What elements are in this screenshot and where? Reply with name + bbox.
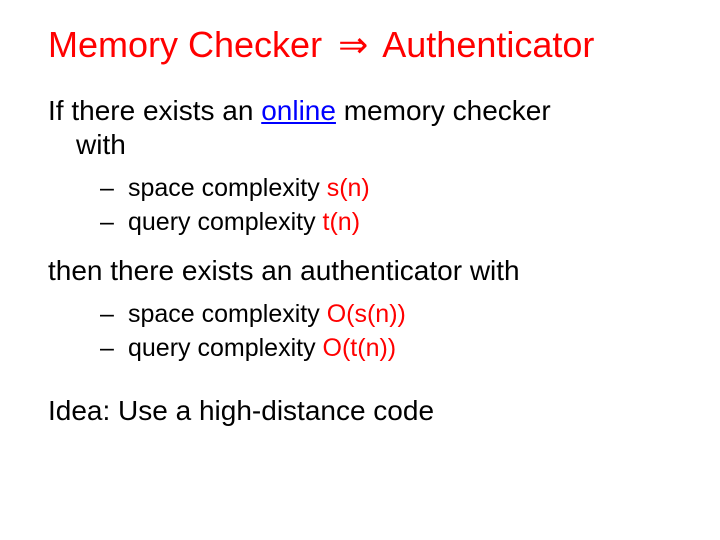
sub1-row2: – query complexity t(n) bbox=[100, 206, 672, 240]
sub2-r1-text: space complexity bbox=[128, 298, 320, 332]
p1-line2: with bbox=[48, 128, 672, 162]
slide: Memory Checker ⇒ Authenticator If there … bbox=[0, 0, 720, 540]
dash-icon: – bbox=[100, 298, 128, 332]
sub2-row2: – query complexity O(t(n)) bbox=[100, 332, 672, 366]
sub1-r1-text: space complexity bbox=[128, 172, 320, 206]
dash-icon: – bbox=[100, 206, 128, 240]
title-left: Memory Checker bbox=[48, 24, 322, 65]
implies-icon: ⇒ bbox=[332, 24, 374, 65]
sub2-r2-value: O(t(n)) bbox=[323, 332, 397, 366]
sub1-r2-value: t(n) bbox=[323, 206, 361, 240]
p1-suffix: memory checker bbox=[336, 95, 551, 126]
sub1-row1: – space complexity s(n) bbox=[100, 172, 672, 206]
paragraph-1: If there exists an online memory checker… bbox=[48, 94, 672, 162]
p1-prefix: If there exists an bbox=[48, 95, 261, 126]
dash-icon: – bbox=[100, 332, 128, 366]
sub2-r2-text: query complexity bbox=[128, 332, 316, 366]
paragraph-2: then there exists an authenticator with bbox=[48, 254, 672, 288]
sublist-2: – space complexity O(s(n)) – query compl… bbox=[48, 298, 672, 366]
sub1-r1-value: s(n) bbox=[327, 172, 370, 206]
slide-title: Memory Checker ⇒ Authenticator bbox=[48, 24, 672, 66]
idea-line: Idea: Use a high-distance code bbox=[48, 395, 672, 427]
dash-icon: – bbox=[100, 172, 128, 206]
p2-text: then there exists an authenticator with bbox=[48, 255, 520, 286]
sub2-r1-value: O(s(n)) bbox=[327, 298, 406, 332]
sublist-1: – space complexity s(n) – query complexi… bbox=[48, 172, 672, 240]
sub1-r2-text: query complexity bbox=[128, 206, 316, 240]
title-right: Authenticator bbox=[382, 24, 594, 65]
online-word: online bbox=[261, 95, 336, 126]
sub2-row1: – space complexity O(s(n)) bbox=[100, 298, 672, 332]
